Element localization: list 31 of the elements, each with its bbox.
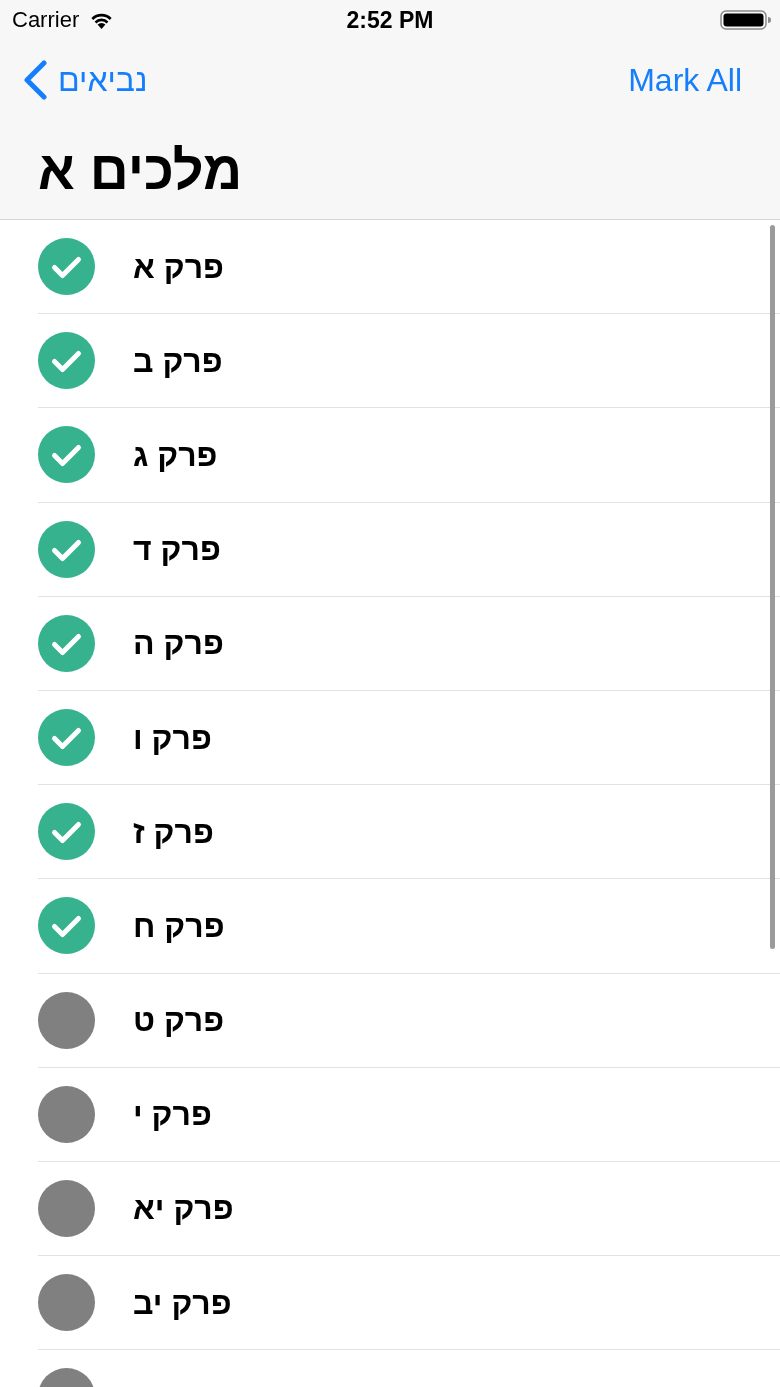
chapter-title[interactable]: פרק יא	[133, 1192, 234, 1225]
page-title: מלכים א	[38, 142, 243, 197]
clock-time: 2:52 PM	[346, 8, 434, 32]
back-button[interactable]: נביאים	[22, 60, 148, 100]
battery-icon	[720, 10, 772, 30]
chevron-left-icon	[22, 60, 48, 100]
chapter-title[interactable]: פרק ד	[133, 533, 221, 566]
checkmark-circle-icon[interactable]	[38, 520, 95, 578]
chapter-title[interactable]: פרק ט	[133, 1004, 225, 1037]
chapter-title[interactable]: פרק ח	[133, 909, 225, 942]
checkmark-circle-icon[interactable]	[38, 238, 95, 296]
chapter-title[interactable]: פרק ז	[133, 815, 214, 848]
checkmark-circle-icon[interactable]	[38, 614, 95, 672]
circle-icon[interactable]	[38, 1085, 95, 1143]
checkmark-circle-icon[interactable]	[38, 332, 95, 390]
chapter-title[interactable]: פרק ב	[133, 344, 223, 377]
checkmark-circle-icon[interactable]	[38, 803, 95, 861]
checkmark-circle-icon[interactable]	[38, 709, 95, 767]
checkmark-circle-icon[interactable]	[38, 897, 95, 955]
carrier-name: Carrier	[12, 9, 80, 31]
chapter-title[interactable]: פרק א	[133, 250, 224, 283]
circle-icon[interactable]	[38, 1179, 95, 1237]
mark-all-button[interactable]: Mark All	[628, 64, 742, 96]
chapter-title[interactable]: פרק יב	[133, 1286, 232, 1319]
circle-icon[interactable]	[38, 991, 95, 1049]
chapter-title[interactable]: פרק ג	[133, 438, 218, 471]
checkmark-circle-icon[interactable]	[38, 426, 95, 484]
chapter-title[interactable]: פרק י	[133, 1098, 212, 1131]
chapter-title[interactable]: פרק ו	[133, 721, 212, 754]
chapter-title[interactable]: פרק ה	[133, 627, 224, 660]
circle-icon[interactable]	[38, 1274, 95, 1332]
